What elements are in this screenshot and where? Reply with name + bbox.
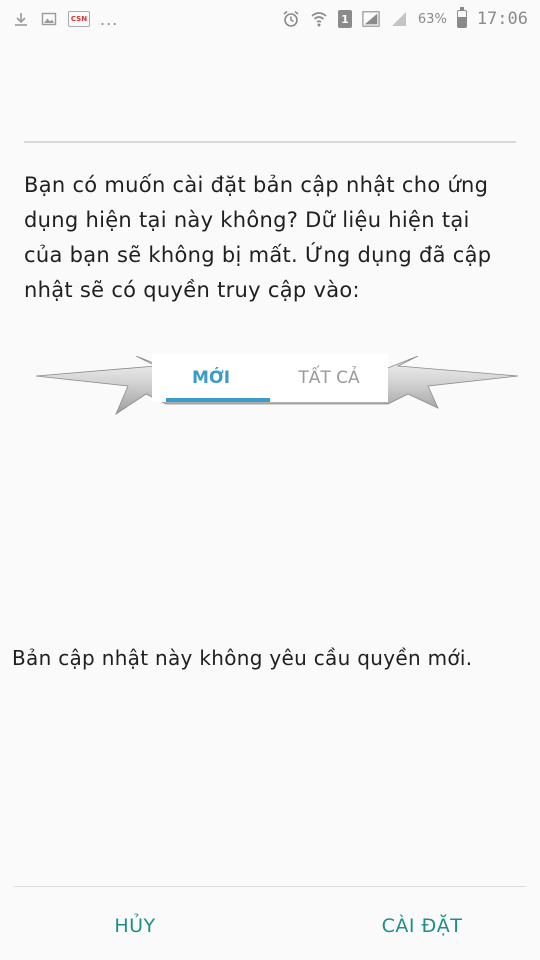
package-installer-screen: CSN ... 1 63% 17:06 Bạn có muốn cài đặt … (0, 0, 540, 960)
image-icon (40, 10, 58, 28)
status-clock: 17:06 (476, 9, 528, 29)
status-bar-right: 1 63% 17:06 (282, 7, 528, 29)
install-button[interactable]: CÀI ĐẶT (352, 904, 492, 948)
csn-app-icon: CSN (68, 11, 90, 27)
wifi-icon (310, 10, 328, 28)
tab-new-label: MỚI (191, 368, 231, 388)
battery-icon (456, 7, 467, 28)
download-icon (12, 10, 30, 28)
action-bar-divider (14, 886, 526, 887)
tab-all[interactable]: TẤT CẢ (270, 354, 388, 402)
signal-2-icon (390, 10, 408, 28)
tab-all-label: TẤT CẢ (298, 368, 360, 388)
battery-percentage: 63% (417, 11, 447, 27)
active-tab-indicator (166, 398, 270, 402)
no-new-permissions-message: Bản cập nhật này không yêu cầu quyền mới… (12, 646, 473, 670)
permission-tabs: MỚI TẤT CẢ (152, 354, 388, 402)
status-bar-left: CSN ... (12, 10, 118, 29)
cancel-button[interactable]: HỦY (90, 904, 180, 948)
signal-icon (362, 10, 380, 28)
tab-new[interactable]: MỚI (152, 354, 270, 402)
header-divider (24, 141, 516, 143)
install-update-description: Bạn có muốn cài đặt bản cập nhật cho ứng… (24, 173, 492, 302)
more-notifications-indicator: ... (100, 9, 119, 29)
alarm-icon (282, 10, 300, 28)
sim-icon: 1 (337, 10, 352, 28)
status-bar: CSN ... 1 63% 17:06 (0, 0, 540, 38)
battery-level (457, 16, 466, 27)
